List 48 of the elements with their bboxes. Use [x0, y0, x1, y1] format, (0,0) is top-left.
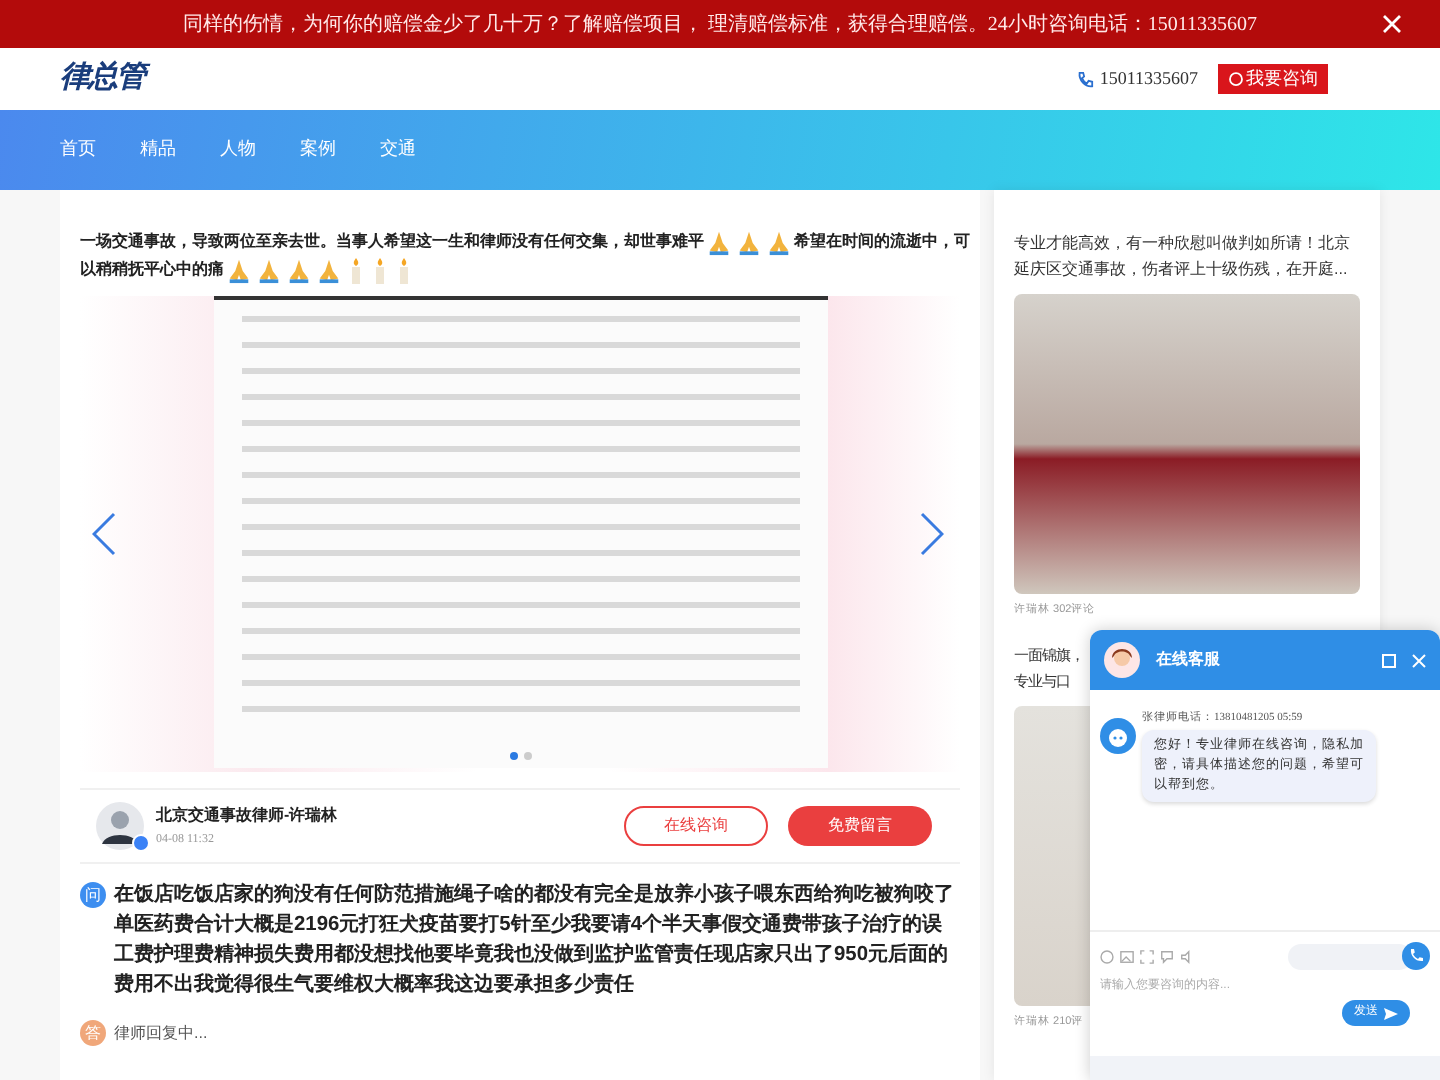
- close-icon[interactable]: [1412, 653, 1426, 667]
- article-title: 希望在时间的流逝中，可: [794, 230, 970, 254]
- question-text: 在饭店吃饭店家的狗没有任何防范措施绳子啥的都没有完全是放养小孩子喂东西给狗吃被狗咬了单医药费合计大概是2196元打狂犬疫苗要打5针至少我要请4个半天事假交通费带孩子治疗的误工费护理费精神损失费用都没想找他要毕竟我也没做到监护监管责任现店家只出了950元后面的费用不出我觉得很生气要维权大概率我这边要承担多少责任: [114, 880, 956, 1000]
- chat-title: 在线客服: [1156, 648, 1220, 672]
- article-title: 一场交通事故，导致两位至亲去世。当事人希望这一生和律师没有任何交集，却世事难平: [80, 230, 704, 254]
- screenshot-icon[interactable]: [1140, 949, 1154, 963]
- nav-tab[interactable]: 首页: [60, 136, 96, 164]
- praying-hands-icon: [316, 257, 342, 283]
- bot-avatar-icon: [1100, 718, 1136, 754]
- article-summary[interactable]: 专业才能高效，有一种欣慰叫做判如所请！北京延庆区交通事故，伤者评上十级伤残，在开庭...: [1014, 230, 1360, 282]
- agent-avatar-icon: [1104, 642, 1140, 678]
- nav-tab[interactable]: 人物: [220, 136, 256, 164]
- close-icon[interactable]: [1382, 14, 1402, 34]
- avatar-silhouette: [96, 802, 144, 850]
- chevron-left-icon[interactable]: [92, 512, 116, 556]
- praying-hands-icon: [286, 257, 312, 283]
- author-name[interactable]: 北京交通事故律师-许瑞林: [156, 803, 338, 827]
- chat-bubble-icon[interactable]: [1160, 949, 1174, 963]
- praying-hands-icon: [736, 229, 762, 255]
- nav-tab[interactable]: 精品: [140, 136, 176, 164]
- article-title: 以稍稍抚平心中的痛: [80, 258, 224, 282]
- free-message-button[interactable]: 免费留言: [788, 806, 932, 846]
- speaker-icon[interactable]: [1180, 949, 1194, 963]
- chevron-right-icon[interactable]: [920, 512, 944, 556]
- candle-icon: [372, 257, 388, 283]
- praying-hands-icon: [226, 257, 252, 283]
- phone-input-field[interactable]: [1288, 943, 1412, 969]
- question-mark-badge: 问: [80, 882, 106, 908]
- maximize-icon[interactable]: [1382, 653, 1396, 667]
- phone-call-icon[interactable]: [1402, 942, 1430, 970]
- praying-hands-icon: [706, 229, 732, 255]
- banner-text: 同样的伤情，为何你的赔偿金少了几十万？了解赔偿项目， 理清赔偿标准，获得合理赔偿。24小时咨询电话：15011335607: [182, 11, 1258, 39]
- candle-icon: [396, 257, 412, 283]
- header-phone: 15011335607: [1099, 65, 1198, 92]
- answer-status: 律师回复中...: [114, 1021, 208, 1045]
- online-consult-button[interactable]: 在线咨询: [624, 806, 768, 846]
- chat-bubble-icon: [1228, 71, 1244, 87]
- answer-mark-badge: 答: [80, 1020, 106, 1046]
- nav-tab[interactable]: 交通: [380, 136, 416, 164]
- nav-tab[interactable]: 案例: [300, 136, 336, 164]
- phone-icon: [1075, 69, 1094, 89]
- candle-icon: [348, 257, 364, 283]
- send-arrow-icon: [1384, 1007, 1398, 1019]
- emoji-icon[interactable]: [1100, 949, 1114, 963]
- consult-button[interactable]: 我要咨询: [1218, 64, 1328, 94]
- image-icon[interactable]: [1120, 949, 1134, 963]
- praying-hands-icon: [256, 257, 282, 283]
- praying-hands-icon: [766, 229, 792, 255]
